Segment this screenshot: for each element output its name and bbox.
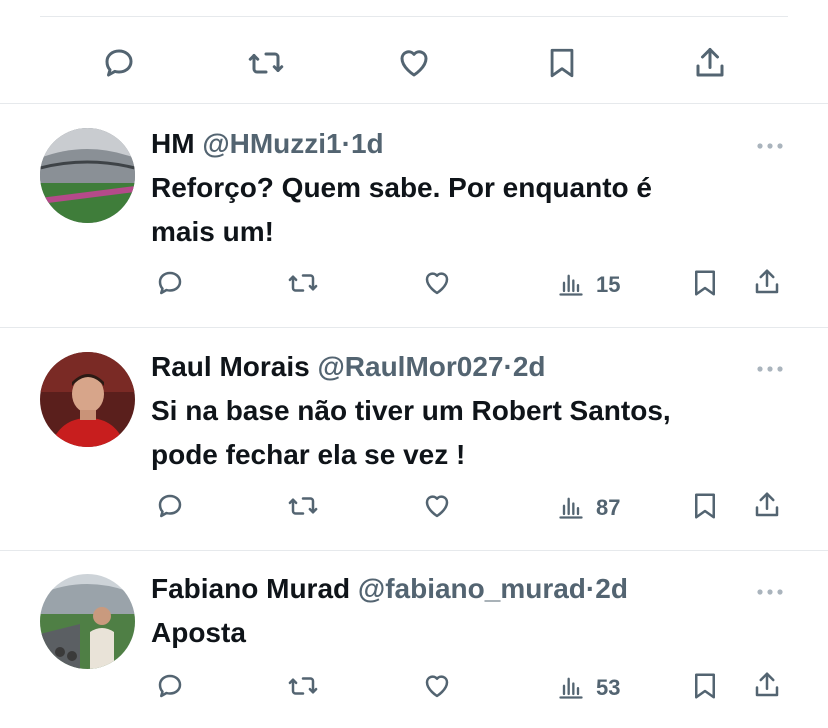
user-handle[interactable]: @HMuzzi1 [202,128,341,159]
reply-header: Fabiano Murad @fabiano_murad·2d [151,572,628,606]
divider [0,103,828,104]
views-count[interactable]: 15 [596,273,620,297]
retweet-icon[interactable] [245,45,287,81]
text-line: pode fechar ela se vez ! [151,439,466,470]
text-line: Aposta [151,617,246,648]
views-count[interactable]: 87 [596,496,620,520]
like-icon[interactable] [420,671,454,701]
reply-icon[interactable] [100,45,138,81]
share-icon[interactable] [692,45,728,81]
reply-header: Raul Morais @RaulMor027·2d [151,350,546,384]
text-line: Reforço? Quem sabe. Por enquanto é [151,172,652,203]
timestamp[interactable]: 2d [513,351,546,382]
views-icon[interactable] [556,673,586,701]
reply-icon[interactable] [154,491,186,521]
separator-dot: · [341,128,351,159]
reply-header: HM @HMuzzi1·1d [151,127,384,161]
reply-text: Reforço? Quem sabe. Por enquanto é mais … [151,166,652,254]
reply-icon[interactable] [154,671,186,701]
timestamp[interactable]: 1d [351,128,384,159]
top-divider [40,16,788,17]
retweet-icon[interactable] [285,268,321,298]
divider [0,327,828,328]
reply-icon[interactable] [154,268,186,298]
share-icon[interactable] [752,490,782,520]
like-icon[interactable] [420,268,454,298]
bookmark-icon[interactable] [690,671,720,701]
like-icon[interactable] [420,491,454,521]
separator-dot: · [503,351,513,382]
share-icon[interactable] [752,670,782,700]
retweet-icon[interactable] [285,491,321,521]
bookmark-icon[interactable] [545,45,579,81]
reply-text: Aposta [151,611,246,655]
divider [0,550,828,551]
more-options-icon[interactable] [756,584,784,595]
text-line: mais um! [151,216,274,247]
avatar[interactable] [40,574,135,669]
display-name[interactable]: Raul Morais [151,351,310,382]
like-icon[interactable] [394,45,434,81]
avatar[interactable] [40,352,135,447]
user-handle[interactable]: @RaulMor027 [317,351,503,382]
views-icon[interactable] [556,270,586,298]
avatar[interactable] [40,128,135,223]
share-icon[interactable] [752,267,782,297]
views-icon[interactable] [556,493,586,521]
user-handle[interactable]: @fabiano_murad [358,573,586,604]
display-name[interactable]: Fabiano Murad [151,573,350,604]
text-line: Si na base não tiver um Robert Santos, [151,395,671,426]
retweet-icon[interactable] [285,671,321,701]
display-name[interactable]: HM [151,128,195,159]
more-options-icon[interactable] [756,361,784,372]
separator-dot: · [585,573,596,604]
views-count[interactable]: 53 [596,676,620,700]
bookmark-icon[interactable] [690,491,720,521]
bookmark-icon[interactable] [690,268,720,298]
more-options-icon[interactable] [756,138,784,149]
timestamp[interactable]: 2d [595,573,628,604]
reply-text: Si na base não tiver um Robert Santos, p… [151,389,671,477]
